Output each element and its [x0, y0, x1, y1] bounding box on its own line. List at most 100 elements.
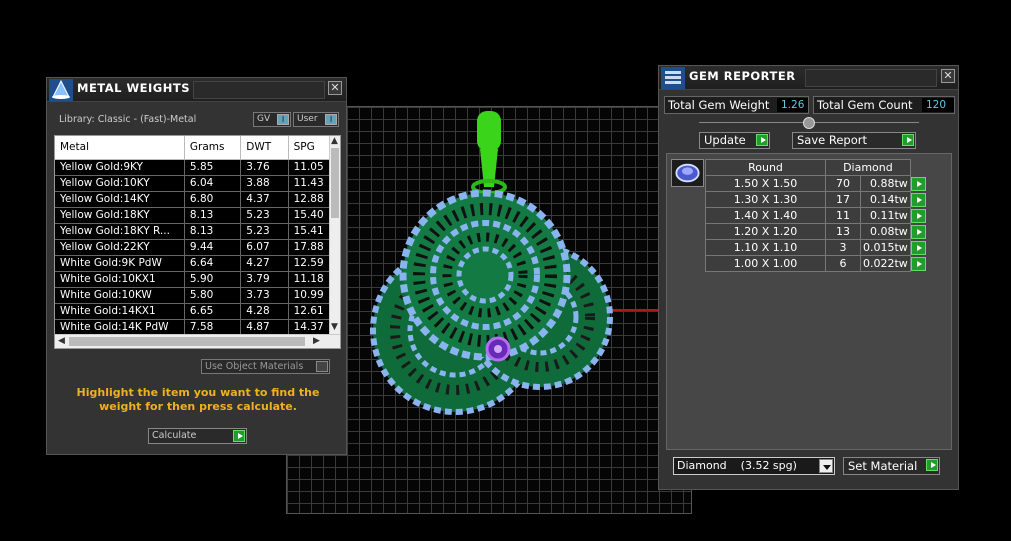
close-icon[interactable]: ✕ [328, 81, 342, 95]
dwt-value: 4.27 [240, 255, 289, 272]
use-object-materials-toggle[interactable]: Use Object Materials [201, 359, 330, 374]
dwt-value: 5.23 [240, 223, 289, 240]
material-header: Diamond [825, 159, 911, 176]
gem-reporter-titlebar[interactable]: GEM REPORTER ✕ [659, 66, 958, 90]
gv-switch-icon[interactable]: I [277, 114, 289, 125]
scroll-right-icon[interactable]: ▶ [313, 336, 320, 346]
title-filler [805, 69, 937, 87]
metal-name: Yellow Gold:18KY R... [55, 223, 185, 240]
panel-title: METAL WEIGHTS [77, 81, 190, 95]
metal-weights-titlebar[interactable]: METAL WEIGHTS ✕ [47, 78, 346, 102]
gem-row[interactable]: 1.00 X 1.00 6 0.022tw [705, 255, 911, 272]
table-row[interactable]: White Gold:14K PdW 7.58 4.87 14.37 [55, 319, 340, 336]
gem-thumbnail-icon[interactable] [671, 159, 704, 187]
table-row[interactable]: White Gold:9K PdW 6.64 4.27 12.59 [55, 255, 340, 272]
green-arrow-icon[interactable] [233, 430, 245, 442]
total-gem-weight-value: 1.26 [777, 98, 808, 112]
workspace: METAL WEIGHTS ✕ Library: Classic - (Fast… [0, 0, 1011, 541]
user-switch-icon[interactable]: I [325, 114, 337, 125]
scroll-left-icon[interactable]: ◀ [58, 336, 65, 346]
table-row[interactable]: White Gold:10KW 5.80 3.73 10.99 [55, 287, 340, 304]
gem-size: 1.00 X 1.00 [705, 255, 826, 272]
green-arrow-icon[interactable] [926, 459, 938, 471]
gem-count: 70 [825, 175, 861, 192]
scroll-down-icon[interactable]: ▼ [331, 322, 338, 332]
scroll-up-icon[interactable]: ▲ [331, 136, 338, 146]
table-row[interactable]: Yellow Gold:14KY 6.80 4.37 12.88 [55, 191, 340, 208]
green-arrow-icon[interactable] [902, 134, 914, 146]
metal-name: White Gold:9K PdW [55, 255, 185, 272]
vertical-scrollbar[interactable]: ▲ ▼ [329, 136, 340, 336]
chevron-down-icon[interactable] [819, 459, 833, 473]
gem-weight: 0.11tw [860, 207, 911, 224]
table-row[interactable]: Yellow Gold:9KY 5.85 3.76 11.05 [55, 159, 340, 176]
gem-size: 1.10 X 1.10 [705, 239, 826, 256]
total-gem-count-label: Total Gem Count [817, 98, 913, 112]
green-arrow-icon[interactable] [911, 209, 926, 223]
save-report-button[interactable]: Save Report [792, 132, 916, 149]
gem-row[interactable]: 1.10 X 1.10 3 0.015tw [705, 239, 911, 256]
table-row[interactable]: White Gold:14KX1 6.65 4.28 12.61 [55, 303, 340, 320]
table-row[interactable]: Yellow Gold:18KY R... 8.13 5.23 15.41 [55, 223, 340, 240]
user-toggle[interactable]: User I [293, 112, 339, 127]
green-arrow-icon[interactable] [911, 225, 926, 239]
gem-count: 11 [825, 207, 861, 224]
green-arrow-icon[interactable] [911, 241, 926, 255]
gem-row[interactable]: 1.30 X 1.30 17 0.14tw [705, 191, 911, 208]
metal-weights-panel: METAL WEIGHTS ✕ Library: Classic - (Fast… [46, 77, 347, 455]
set-material-button[interactable]: Set Material [843, 457, 940, 475]
update-button[interactable]: Update [699, 132, 770, 149]
green-arrow-icon[interactable] [911, 257, 926, 271]
col-grams[interactable]: Grams [184, 136, 242, 160]
dwt-value: 4.28 [240, 303, 289, 320]
shape-header: Round [705, 159, 826, 176]
set-material-label: Set Material [848, 459, 918, 473]
total-gem-weight-label: Total Gem Weight [668, 98, 770, 112]
grams-value: 6.04 [184, 175, 242, 192]
gv-toggle[interactable]: GV I [253, 112, 291, 127]
gem-row[interactable]: 1.20 X 1.20 13 0.08tw [705, 223, 911, 240]
table-row[interactable]: White Gold:10KX1 5.90 3.79 11.18 [55, 271, 340, 288]
col-dwt[interactable]: DWT [240, 136, 289, 160]
gem-list[interactable]: Round Diamond 1.50 X 1.50 70 0.88tw 1.30 X … [666, 153, 952, 450]
table-row[interactable]: Yellow Gold:10KY 6.04 3.88 11.43 [55, 175, 340, 192]
metal-name: Yellow Gold:14KY [55, 191, 185, 208]
metal-grid: Metal Grams DWT SPG Yellow Gold:9KY 5.85 3… [55, 136, 340, 336]
dwt-value: 4.87 [240, 319, 289, 336]
table-row[interactable]: Yellow Gold:22KY 9.44 6.07 17.88 [55, 239, 340, 256]
gem-row[interactable]: 1.50 X 1.50 70 0.88tw [705, 175, 911, 192]
grams-value: 5.85 [184, 159, 242, 176]
gem-row[interactable]: 1.40 X 1.40 11 0.11tw [705, 207, 911, 224]
green-arrow-icon[interactable] [911, 177, 926, 191]
gem-count: 17 [825, 191, 861, 208]
metal-name: Yellow Gold:9KY [55, 159, 185, 176]
save-report-label: Save Report [797, 133, 868, 147]
dwt-value: 3.76 [240, 159, 289, 176]
table-row[interactable]: Yellow Gold:18KY 8.13 5.23 15.40 [55, 207, 340, 224]
metal-name: White Gold:10KW [55, 287, 185, 304]
grams-value: 6.65 [184, 303, 242, 320]
horizontal-scrollbar[interactable]: ◀ ▶ [55, 334, 340, 348]
splitter-handle[interactable] [803, 117, 815, 129]
close-icon[interactable]: ✕ [941, 69, 955, 83]
vscroll-thumb[interactable] [331, 148, 339, 218]
pendant-model[interactable] [360, 105, 620, 435]
grams-value: 5.90 [184, 271, 242, 288]
calculate-label: Calculate [152, 430, 197, 441]
green-arrow-icon[interactable] [911, 193, 926, 207]
green-arrow-icon[interactable] [756, 134, 768, 146]
grams-value: 9.44 [184, 239, 242, 256]
metal-weights-icon [49, 79, 73, 101]
instruction-text: Highlight the item you want to find the … [76, 386, 320, 413]
col-metal[interactable]: Metal [55, 136, 185, 160]
metal-table[interactable]: Metal Grams DWT SPG Yellow Gold:9KY 5.85 3… [54, 135, 341, 349]
material-select[interactable]: Diamond (3.52 spg) [673, 457, 835, 475]
checkbox-icon[interactable] [316, 361, 328, 372]
hscroll-thumb[interactable] [69, 337, 305, 346]
grams-value: 7.58 [184, 319, 242, 336]
dwt-value: 4.37 [240, 191, 289, 208]
use-object-materials-label: Use Object Materials [205, 361, 304, 372]
material-select-value: Diamond (3.52 spg) [677, 459, 797, 472]
gem-count: 6 [825, 255, 861, 272]
calculate-button[interactable]: Calculate [148, 428, 247, 444]
